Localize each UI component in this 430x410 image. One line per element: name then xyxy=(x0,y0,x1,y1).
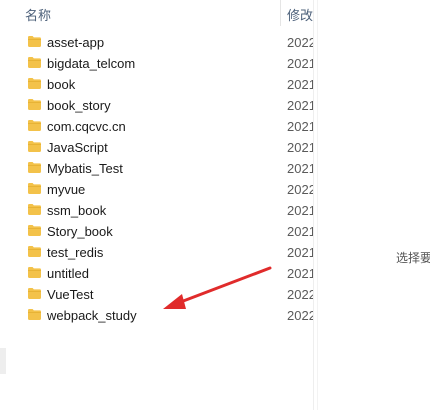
list-item[interactable]: myvue 2022 xyxy=(0,179,313,200)
folder-icon xyxy=(28,183,41,194)
folder-date: 2022 xyxy=(287,308,313,323)
chevron-up-icon[interactable]: ⌃ xyxy=(143,0,153,6)
folder-name: com.cqcvc.cn xyxy=(47,119,126,134)
folder-date: 2021 xyxy=(287,266,313,281)
list-item[interactable]: book 2021 xyxy=(0,74,313,95)
folder-date: 2021 xyxy=(287,140,313,155)
folder-name: ssm_book xyxy=(47,203,107,218)
column-header-date-modified[interactable]: 修改 xyxy=(287,5,313,24)
folder-icon xyxy=(28,204,41,215)
folder-name: Mybatis_Test xyxy=(47,161,123,176)
folder-icon xyxy=(28,288,41,299)
folder-name: untitled xyxy=(47,266,89,281)
folder-date: 2022 xyxy=(287,287,313,302)
list-item[interactable]: Mybatis_Test 2021 xyxy=(0,158,313,179)
folder-icon xyxy=(28,267,41,278)
file-explorer-window: ⌃ 名称 修改 asset-app 2022 bigdata_telcom 20… xyxy=(0,0,430,410)
folder-name: VueTest xyxy=(47,287,94,302)
file-list: asset-app 2022 bigdata_telcom 2021 book … xyxy=(0,32,313,326)
folder-icon xyxy=(28,309,41,320)
folder-icon xyxy=(28,141,41,152)
folder-name: test_redis xyxy=(47,245,104,260)
folder-date: 2021 xyxy=(287,56,313,71)
folder-icon xyxy=(28,57,41,68)
folder-name: JavaScript xyxy=(47,140,108,155)
list-item[interactable]: webpack_study 2022 xyxy=(0,305,313,326)
folder-date: 2021 xyxy=(287,224,313,239)
folder-icon xyxy=(28,120,41,131)
folder-icon xyxy=(28,36,41,47)
list-item[interactable]: VueTest 2022 xyxy=(0,284,313,305)
folder-date: 2021 xyxy=(287,203,313,218)
folder-date: 2022 xyxy=(287,35,313,50)
pane-divider[interactable] xyxy=(313,0,314,410)
preview-pane-hint: 选择要 xyxy=(396,251,430,265)
folder-name: book xyxy=(47,77,76,92)
folder-name: book_story xyxy=(47,98,111,113)
list-item[interactable]: Story_book 2021 xyxy=(0,221,313,242)
column-header-bar: ⌃ 名称 修改 xyxy=(0,0,314,26)
folder-date: 2021 xyxy=(287,77,313,92)
folder-name: asset-app xyxy=(47,35,105,50)
folder-icon xyxy=(28,225,41,236)
list-item[interactable]: untitled 2021 xyxy=(0,263,313,284)
folder-icon xyxy=(28,78,41,89)
list-item[interactable]: book_story 2021 xyxy=(0,95,313,116)
list-item[interactable]: JavaScript 2021 xyxy=(0,137,313,158)
scrollbar[interactable] xyxy=(0,348,6,374)
folder-icon xyxy=(28,246,41,257)
column-divider[interactable] xyxy=(280,0,281,26)
folder-name: webpack_study xyxy=(47,308,137,323)
list-item[interactable]: com.cqcvc.cn 2021 xyxy=(0,116,313,137)
folder-name: Story_book xyxy=(47,224,113,239)
folder-date: 2021 xyxy=(287,98,313,113)
folder-icon xyxy=(28,99,41,110)
list-item[interactable]: asset-app 2022 xyxy=(0,32,313,53)
folder-date: 2021 xyxy=(287,245,313,260)
list-item[interactable]: ssm_book 2021 xyxy=(0,200,313,221)
folder-date: 2021 xyxy=(287,161,313,176)
list-item[interactable]: test_redis 2021 xyxy=(0,242,313,263)
folder-icon xyxy=(28,162,41,173)
column-header-name[interactable]: 名称 xyxy=(25,5,51,24)
folder-name: myvue xyxy=(47,182,86,197)
preview-pane-border xyxy=(317,0,318,410)
folder-date: 2022 xyxy=(287,182,313,197)
folder-date: 2021 xyxy=(287,119,313,134)
list-item[interactable]: bigdata_telcom 2021 xyxy=(0,53,313,74)
folder-name: bigdata_telcom xyxy=(47,56,136,71)
